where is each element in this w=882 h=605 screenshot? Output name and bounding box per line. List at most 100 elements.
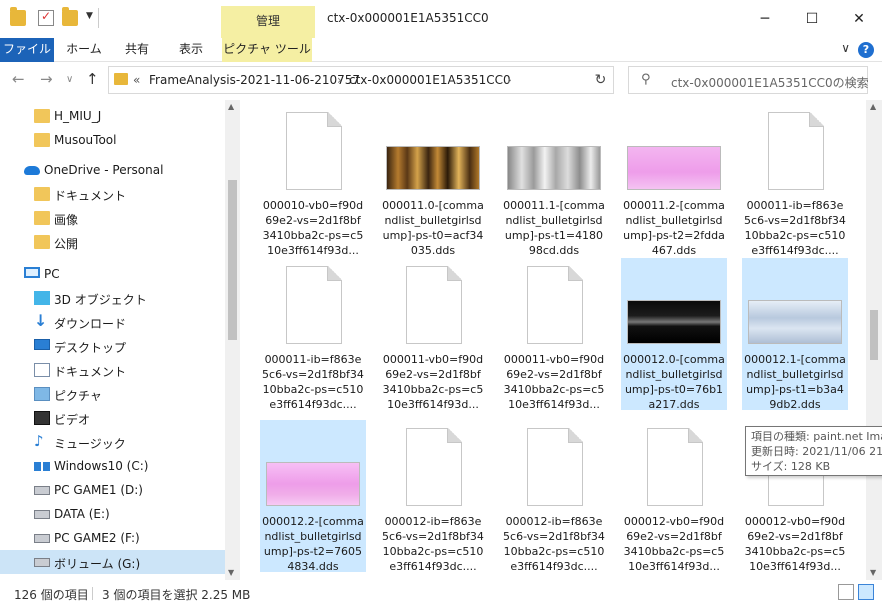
file-item[interactable]: 000011-ib=f863e5c6-vs=2d1f8bf3410bba2c-p… xyxy=(742,104,848,257)
file-item[interactable]: 000012-vb0=f90d69e2-vs=2d1f8bf3410bba2c-… xyxy=(621,420,727,573)
file-thumbnail xyxy=(260,420,366,512)
nav-scroll-thumb[interactable] xyxy=(228,180,237,340)
content-scrollbar[interactable]: ▲ ▼ xyxy=(866,100,882,580)
sidebar-item[interactable]: 3D オブジェクト xyxy=(0,286,225,310)
search-input[interactable]: ctx-0x000001E1A5351CC0の検索 xyxy=(671,74,869,91)
file-item[interactable]: 000010-vb0=f90d69e2-vs=2d1f8bf3410bba2c-… xyxy=(260,104,366,257)
file-name: 000012-ib=f863e5c6-vs=2d1f8bf3410bba2c-p… xyxy=(382,515,484,573)
file-item[interactable]: 000011-vb0=f90d69e2-vs=2d1f8bf3410bba2c-… xyxy=(501,258,607,411)
sidebar-item[interactable]: Windows10 (C:) xyxy=(0,454,225,478)
tab-share[interactable]: 共有 xyxy=(112,38,162,62)
breadcrumb-ctx[interactable]: ctx-0x000001E1A5351CC0 xyxy=(349,73,511,87)
texture-preview-image xyxy=(748,300,842,344)
sidebar-item[interactable]: OneDrive - Personal xyxy=(0,158,225,182)
file-thumbnail xyxy=(621,258,727,350)
sidebar-item[interactable]: PC GAME1 (D:) xyxy=(0,478,225,502)
file-thumbnail xyxy=(621,104,727,196)
breadcrumb-separator[interactable]: › xyxy=(507,73,512,87)
file-thumbnail xyxy=(742,258,848,350)
back-button[interactable]: ← xyxy=(12,70,25,88)
sidebar-item[interactable]: H_MIU_J xyxy=(0,104,225,128)
sidebar-item[interactable]: MusouTool xyxy=(0,128,225,152)
window-title: ctx-0x000001E1A5351CC0 xyxy=(327,11,489,25)
properties-icon[interactable] xyxy=(38,9,54,26)
sidebar-item-label: PC GAME2 (F:) xyxy=(54,531,140,545)
blank-file-icon xyxy=(647,428,703,506)
file-name: 000012.2-[commandlist_bulletgirlsdump]-p… xyxy=(262,515,364,573)
pc-icon xyxy=(24,267,40,278)
sidebar-item[interactable]: ボリューム (G:) xyxy=(0,550,225,574)
tab-home[interactable]: ホーム xyxy=(58,38,110,62)
address-bar[interactable]: « FrameAnalysis-2021-11-06-210757 › ctx-… xyxy=(108,66,677,94)
sidebar-item[interactable]: 画像 xyxy=(0,206,225,230)
details-view-icon[interactable] xyxy=(838,584,854,600)
new-folder-icon[interactable] xyxy=(62,7,78,26)
tab-picture-tools[interactable]: ピクチャ ツール xyxy=(222,38,312,62)
file-item[interactable]: 000012-ib=f863e5c6-vs=2d1f8bf3410bba2c-p… xyxy=(501,420,607,573)
video-icon xyxy=(34,411,50,425)
cloud-icon xyxy=(24,166,40,175)
file-tooltip: 項目の種類: paint.net Ima 更新日時: 2021/11/06 21… xyxy=(745,426,882,476)
folder-icon xyxy=(34,187,50,201)
sidebar-item-label: ドキュメント xyxy=(54,189,127,203)
sidebar-item[interactable]: ドキュメント xyxy=(0,182,225,206)
sidebar-item[interactable]: ♪ ミュージック xyxy=(0,430,225,454)
search-box[interactable]: ⚲ ctx-0x000001E1A5351CC0の検索 xyxy=(628,66,869,94)
forward-button[interactable]: → xyxy=(40,70,53,88)
refresh-button[interactable]: ↻ xyxy=(588,66,614,94)
file-name: 000011-ib=f863e5c6-vs=2d1f8bf3410bba2c-p… xyxy=(262,353,364,411)
ribbon-tabs: ファイル ホーム 共有 表示 ピクチャ ツール ∨ ? xyxy=(0,38,882,62)
ribbon-expand-icon[interactable]: ∨ xyxy=(841,41,850,55)
up-button[interactable]: ↑ xyxy=(86,70,99,88)
maximize-button[interactable]: ☐ xyxy=(789,0,835,38)
sidebar-item[interactable]: 公開 xyxy=(0,230,225,254)
file-item[interactable]: 000012-ib=f863e5c6-vs=2d1f8bf3410bba2c-p… xyxy=(380,420,486,573)
breadcrumb-separator[interactable]: › xyxy=(337,73,342,87)
folder-icon xyxy=(34,211,50,225)
sidebar-item[interactable]: デスクトップ xyxy=(0,334,225,358)
title-separator xyxy=(98,8,99,28)
file-item[interactable]: 000011.1-[commandlist_bulletgirlsdump]-p… xyxy=(501,104,607,257)
sidebar-item-label: 画像 xyxy=(54,213,79,227)
scroll-up-icon[interactable]: ▲ xyxy=(228,102,234,111)
content-scroll-thumb[interactable] xyxy=(870,310,878,360)
sidebar-item-label: H_MIU_J xyxy=(54,109,102,123)
sidebar-item[interactable]: PC xyxy=(0,262,225,286)
sidebar-item[interactable]: ドキュメント xyxy=(0,358,225,382)
sidebar-item[interactable]: ビデオ xyxy=(0,406,225,430)
scroll-down-icon[interactable]: ▼ xyxy=(870,568,876,577)
file-name: 000011.2-[commandlist_bulletgirlsdump]-p… xyxy=(623,199,725,257)
close-button[interactable]: ✕ xyxy=(836,0,882,38)
file-item[interactable]: 000011.2-[commandlist_bulletgirlsdump]-p… xyxy=(621,104,727,257)
file-item[interactable]: 000011-vb0=f90d69e2-vs=2d1f8bf3410bba2c-… xyxy=(380,258,486,411)
sidebar-item-label: DATA (E:) xyxy=(54,507,110,521)
file-item[interactable]: 000011-ib=f863e5c6-vs=2d1f8bf3410bba2c-p… xyxy=(260,258,366,411)
tab-view[interactable]: 表示 xyxy=(166,38,216,62)
sidebar-item-label: PC GAME1 (D:) xyxy=(54,483,143,497)
tab-file[interactable]: ファイル xyxy=(0,38,54,62)
file-item[interactable]: 000012.2-[commandlist_bulletgirlsdump]-p… xyxy=(260,420,366,573)
sidebar-item[interactable]: ↓ ダウンロード xyxy=(0,310,225,334)
nav-scrollbar[interactable]: ▲ ▼ xyxy=(225,100,240,580)
file-thumbnail xyxy=(380,104,486,196)
texture-preview-image xyxy=(627,146,721,190)
file-item[interactable]: 000012.1-[commandlist_bulletgirlsdump]-p… xyxy=(742,258,848,411)
recent-locations-icon[interactable]: ∨ xyxy=(66,74,73,85)
drive-icon xyxy=(34,510,50,519)
scroll-up-icon[interactable]: ▲ xyxy=(870,102,876,111)
manage-tab[interactable]: 管理 xyxy=(221,6,315,38)
texture-preview-image xyxy=(507,146,601,190)
large-icons-view-icon[interactable] xyxy=(858,584,874,600)
file-item[interactable]: 000011.0-[commandlist_bulletgirlsdump]-p… xyxy=(380,104,486,257)
scroll-down-icon[interactable]: ▼ xyxy=(228,568,234,577)
folder-icon[interactable] xyxy=(10,7,26,26)
sidebar-item[interactable]: ピクチャ xyxy=(0,382,225,406)
quick-access-dropdown-icon[interactable]: ▼ xyxy=(86,11,93,21)
breadcrumb-overflow[interactable]: « xyxy=(133,73,140,87)
file-item[interactable]: 000012.0-[commandlist_bulletgirlsdump]-p… xyxy=(621,258,727,411)
minimize-button[interactable]: ─ xyxy=(742,0,788,38)
help-icon[interactable]: ? xyxy=(858,42,874,58)
breadcrumb-frameanalysis[interactable]: FrameAnalysis-2021-11-06-210757 xyxy=(149,73,360,87)
sidebar-item[interactable]: PC GAME2 (F:) xyxy=(0,526,225,550)
sidebar-item[interactable]: DATA (E:) xyxy=(0,502,225,526)
